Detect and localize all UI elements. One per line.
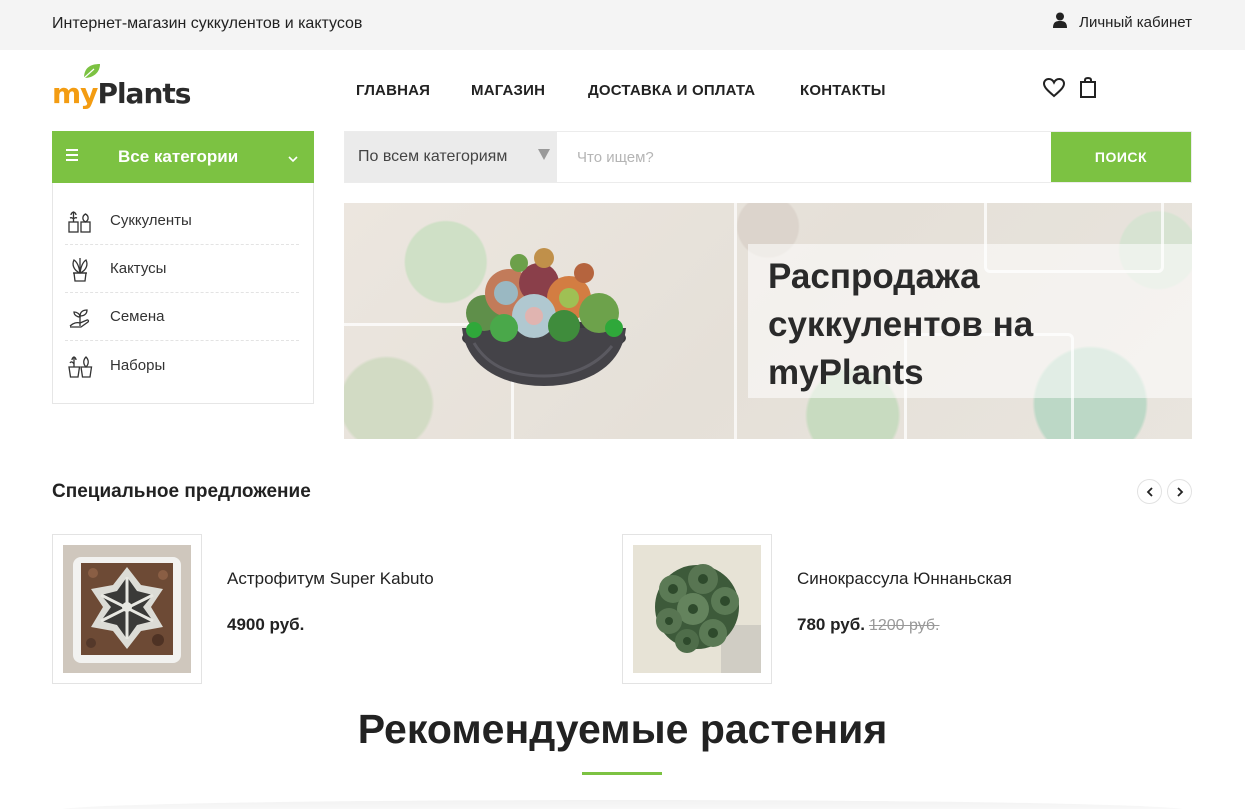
product-image[interactable] — [52, 534, 202, 684]
current-price: 780 руб. — [797, 615, 865, 634]
title-underline — [582, 772, 662, 775]
chevron-right-icon — [1176, 486, 1183, 497]
category-item-succulents[interactable]: Суккуленты — [65, 197, 299, 245]
header-icons — [1042, 76, 1097, 103]
dropdown-arrow-icon — [538, 149, 550, 160]
sets-icon — [65, 350, 95, 380]
search-bar: По всем категориям ПОИСК — [344, 131, 1192, 183]
category-list: Суккуленты Кактусы Семена Наборы — [52, 183, 314, 404]
category-label: Суккуленты — [110, 212, 192, 229]
nav-home[interactable]: ГЛАВНАЯ — [356, 82, 430, 99]
product-price: 780 руб. 1200 руб. — [797, 615, 939, 635]
nav-delivery[interactable]: ДОСТАВКА И ОПЛАТА — [588, 82, 755, 99]
account-label: Личный кабинет — [1079, 13, 1192, 31]
heart-icon[interactable] — [1042, 77, 1066, 103]
special-offer-title: Специальное предложение — [52, 481, 311, 502]
cactus-icon — [65, 254, 95, 284]
top-bar: Интернет-магазин суккулентов и кактусов … — [0, 0, 1245, 50]
product-card[interactable]: Астрофитум Super Kabuto 4900 руб. — [52, 534, 592, 684]
product-card[interactable]: Синокрассула Юннаньская 780 руб. 1200 руб… — [622, 534, 1162, 684]
seeds-icon — [65, 302, 95, 332]
hamburger-menu-icon — [66, 148, 80, 167]
site-logo[interactable]: my Plants — [52, 62, 191, 110]
old-price: 1200 руб. — [868, 617, 940, 634]
search-input[interactable] — [557, 132, 1051, 182]
product-image[interactable] — [622, 534, 772, 684]
account-link[interactable]: Личный кабинет — [1053, 12, 1192, 32]
search-category-value: По всем категориям — [358, 148, 508, 165]
recommended-title: Рекомендуемые растения — [357, 706, 888, 752]
nav-shop[interactable]: МАГАЗИН — [471, 82, 545, 99]
slider-next-button[interactable] — [1167, 479, 1192, 504]
chevron-down-icon — [288, 150, 298, 168]
category-label: Наборы — [110, 356, 166, 374]
product-price: 4900 руб. — [227, 615, 304, 635]
section-shadow — [60, 800, 1185, 809]
all-categories-title: Все категории — [118, 147, 239, 166]
search-category-select[interactable]: По всем категориям — [345, 132, 557, 182]
category-label: Кактусы — [110, 260, 167, 277]
shopping-bag-icon[interactable] — [1079, 76, 1097, 103]
product-name[interactable]: Астрофитум Super Kabuto — [227, 569, 434, 589]
banner-headline: Распродажа суккулентов на myPlants — [768, 257, 1034, 392]
all-categories-toggle[interactable]: Все категории — [52, 131, 314, 183]
search-button[interactable]: ПОИСК — [1051, 132, 1191, 182]
category-item-sets[interactable]: Наборы — [65, 341, 299, 389]
chevron-left-icon — [1146, 486, 1153, 497]
succulent-pot-image — [444, 218, 644, 393]
leaf-logo-icon — [82, 62, 102, 85]
promo-banner[interactable]: Распродажа суккулентов на myPlants — [344, 203, 1192, 439]
site-tagline: Интернет-магазин суккулентов и кактусов — [52, 15, 363, 32]
succulents-icon — [65, 206, 95, 236]
user-icon — [1053, 12, 1068, 32]
current-price: 4900 руб. — [227, 615, 305, 634]
nav-contacts[interactable]: КОНТАКТЫ — [800, 82, 886, 99]
product-name[interactable]: Синокрассула Юннаньская — [797, 569, 1012, 589]
logo-text-plants: Plants — [97, 77, 191, 110]
category-label: Семена — [110, 308, 165, 325]
category-item-cacti[interactable]: Кактусы — [65, 245, 299, 293]
banner-divider — [734, 203, 737, 439]
category-item-seeds[interactable]: Семена — [65, 293, 299, 341]
slider-prev-button[interactable] — [1137, 479, 1162, 504]
